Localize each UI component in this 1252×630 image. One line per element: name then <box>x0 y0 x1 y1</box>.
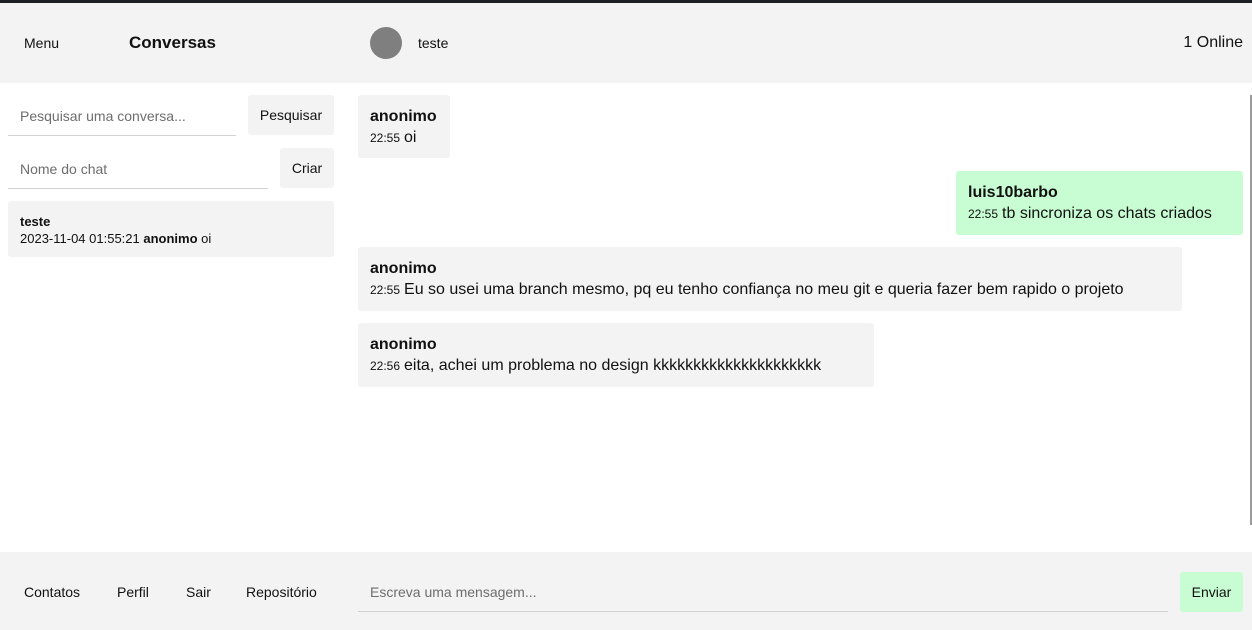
nav-contatos-link[interactable]: Contatos <box>24 584 80 600</box>
message-text: tb sincroniza os chats criados <box>1002 205 1212 222</box>
chat-name-input[interactable] <box>8 149 268 189</box>
message-time: 22:55 <box>968 207 999 221</box>
chat-avatar <box>370 27 402 59</box>
conversations-title: Conversas <box>129 33 216 52</box>
message-bubble: anonimo 22:55 oi <box>358 95 450 158</box>
search-button[interactable]: Pesquisar <box>248 95 334 135</box>
message-time: 22:55 <box>370 131 401 145</box>
create-chat-button[interactable]: Criar <box>280 148 334 188</box>
message-time: 22:56 <box>370 359 401 373</box>
conversation-last-message: oi <box>201 231 212 246</box>
message-author: luis10barbo <box>968 184 1058 201</box>
conversation-name: teste <box>20 214 51 229</box>
menu-button[interactable]: Menu <box>24 35 59 51</box>
message-author: anonimo <box>370 260 437 277</box>
message-author: anonimo <box>370 108 437 125</box>
own-message-bubble: luis10barbo 22:55 tb sincroniza os chats … <box>956 171 1243 235</box>
app-header: Menu Conversas teste 1 Online <box>0 3 1252 83</box>
active-chat-name: teste <box>418 35 449 51</box>
message-input[interactable] <box>358 572 1168 612</box>
nav-sair-link[interactable]: Sair <box>186 584 211 600</box>
app-footer: Contatos Perfil Sair Repositório Enviar <box>0 552 1252 630</box>
conversation-timestamp: 2023-11-04 01:55:21 <box>20 231 140 246</box>
message-bubble: anonimo 22:55 Eu so usei uma branch mesmo… <box>358 247 1182 311</box>
nav-repositorio-link[interactable]: Repositório <box>246 584 317 600</box>
conversation-list-item[interactable]: teste 2023-11-04 01:55:21 anonimo oi <box>8 201 334 257</box>
message-text: oi <box>404 129 417 146</box>
nav-perfil-link[interactable]: Perfil <box>117 584 149 600</box>
search-conversation-input[interactable] <box>8 96 236 136</box>
message-text: Eu so usei uma branch mesmo, pq eu tenho… <box>404 281 1124 298</box>
message-bubble: anonimo 22:56 eita, achei um problema no … <box>358 323 874 387</box>
online-count: 1 Online <box>1183 34 1243 51</box>
message-author: anonimo <box>370 336 437 353</box>
message-time: 22:55 <box>370 283 401 297</box>
message-text: eita, achei um problema no design kkkkkk… <box>404 357 822 374</box>
conversation-last-author: anonimo <box>143 231 198 246</box>
send-button[interactable]: Enviar <box>1180 572 1243 612</box>
conversation-preview: 2023-11-04 01:55:21 anonimo oi <box>20 231 211 246</box>
